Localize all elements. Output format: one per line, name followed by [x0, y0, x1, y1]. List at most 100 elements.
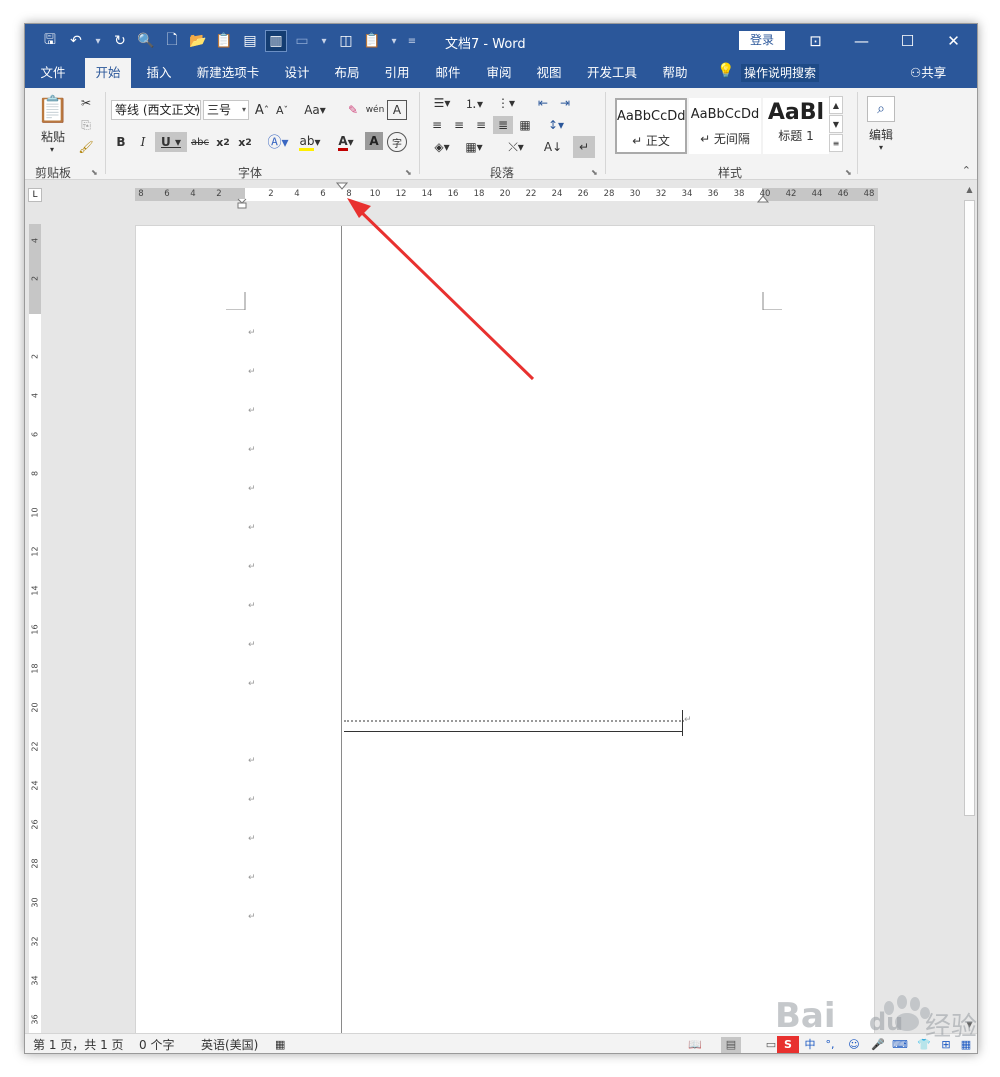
- paragraph-launcher-icon[interactable]: ⬊: [591, 168, 598, 177]
- accessibility-icon[interactable]: ▦: [275, 1034, 285, 1053]
- format-icon[interactable]: ▤: [239, 30, 261, 52]
- increase-indent-icon[interactable]: ⇥: [555, 94, 575, 112]
- borders-icon[interactable]: ▦▾: [459, 138, 489, 156]
- minimize-icon[interactable]: —: [839, 24, 884, 58]
- subscript-icon[interactable]: x2: [213, 132, 233, 152]
- scrollbar-thumb[interactable]: [964, 200, 975, 816]
- tab-home[interactable]: 开始: [85, 58, 131, 88]
- maximize-icon[interactable]: ☐: [885, 24, 930, 58]
- chinese-layout-icon[interactable]: ⤬▾: [501, 138, 531, 156]
- bold-icon[interactable]: B: [111, 132, 131, 152]
- underline-icon[interactable]: U ▾: [155, 132, 187, 152]
- styles-scroll-down-icon[interactable]: ▼: [829, 115, 843, 133]
- open-folder-icon[interactable]: 📂: [187, 30, 209, 52]
- character-shading-icon[interactable]: A: [365, 132, 383, 150]
- ribbon-display-icon[interactable]: ⊡: [793, 24, 838, 58]
- tab-mailings[interactable]: 邮件: [426, 58, 470, 88]
- tab-file[interactable]: 文件: [31, 58, 75, 88]
- collapse-ribbon-icon[interactable]: ⌃: [962, 164, 971, 177]
- paste-label[interactable]: 粘贴: [31, 128, 75, 144]
- strikethrough-icon[interactable]: abc: [189, 132, 211, 152]
- copy-icon[interactable]: ⎘: [77, 116, 95, 134]
- tell-me-search[interactable]: 操作说明搜索: [741, 64, 820, 82]
- columns-icon[interactable]: ◫: [335, 30, 357, 52]
- decrease-indent-icon[interactable]: ⇤: [533, 94, 553, 112]
- tab-help[interactable]: 帮助: [653, 58, 697, 88]
- clear-formatting-icon[interactable]: ✎: [343, 100, 363, 120]
- clipboard-launcher-icon[interactable]: ⬊: [91, 168, 98, 177]
- styles-launcher-icon[interactable]: ⬊: [845, 168, 852, 177]
- justify-icon[interactable]: ≣: [493, 116, 513, 134]
- italic-icon[interactable]: I: [133, 132, 153, 152]
- character-border-icon[interactable]: A: [387, 100, 407, 120]
- new-document-icon[interactable]: 🗋: [161, 30, 183, 52]
- format-painter-icon[interactable]: 🖌: [77, 138, 95, 156]
- superscript-icon[interactable]: x2: [235, 132, 255, 152]
- font-color-icon[interactable]: A ▾: [331, 132, 361, 152]
- paste-icon[interactable]: 📋: [37, 94, 69, 126]
- word-count[interactable]: 0 个字: [139, 1034, 174, 1053]
- align-left-icon[interactable]: ≡: [427, 116, 447, 134]
- undo-icon[interactable]: ↶: [65, 30, 87, 52]
- style-heading-1[interactable]: AaBl 标题 1: [763, 98, 829, 154]
- styles-scroll-up-icon[interactable]: ▲: [829, 96, 843, 114]
- picture-icon[interactable]: ▭: [291, 30, 313, 52]
- tab-developer[interactable]: 开发工具: [581, 58, 643, 88]
- sort-icon[interactable]: A↓: [543, 138, 563, 156]
- redo-icon[interactable]: ↻: [109, 30, 131, 52]
- style-normal[interactable]: AaBbCcDd ↵ 正文: [615, 98, 687, 154]
- show-marks-icon[interactable]: ↵: [573, 136, 595, 158]
- align-right-icon[interactable]: ≡: [471, 116, 491, 134]
- scroll-up-icon[interactable]: ▲: [961, 182, 977, 198]
- tab-insert[interactable]: 插入: [137, 58, 181, 88]
- right-indent-marker-icon[interactable]: [757, 195, 769, 203]
- paste-dropdown-icon[interactable]: ▾: [387, 30, 401, 52]
- tab-layout[interactable]: 布局: [325, 58, 369, 88]
- read-mode-icon[interactable]: ▥: [265, 30, 287, 52]
- language-status[interactable]: 英语(美国): [201, 1034, 258, 1053]
- shading-icon[interactable]: ◈▾: [427, 138, 457, 156]
- save-icon[interactable]: 🖫: [39, 30, 61, 52]
- tab-design[interactable]: 设计: [275, 58, 319, 88]
- undo-dropdown-icon[interactable]: ▾: [91, 30, 105, 52]
- font-name-combo[interactable]: 等线 (西文正文) ▾: [111, 100, 201, 120]
- shrink-font-icon[interactable]: Aˇ: [273, 100, 291, 120]
- numbering-icon[interactable]: ⒈▾: [459, 94, 489, 112]
- close-icon[interactable]: ✕: [931, 24, 976, 58]
- cut-icon[interactable]: ✂: [77, 94, 95, 112]
- paste-dropdown-icon[interactable]: ▾: [43, 144, 61, 154]
- customize-qat-icon[interactable]: ≡: [405, 30, 419, 52]
- hanging-indent-marker-icon[interactable]: [235, 198, 249, 210]
- page-count[interactable]: 第 1 页，共 1 页: [33, 1034, 124, 1053]
- highlight-icon[interactable]: ab ▾: [295, 132, 325, 152]
- align-center-icon[interactable]: ≡: [449, 116, 469, 134]
- distributed-icon[interactable]: ▦: [515, 116, 535, 134]
- print-layout-icon[interactable]: ▤: [721, 1037, 741, 1053]
- style-no-spacing[interactable]: AaBbCcDd ↵ 无间隔: [689, 98, 761, 154]
- print-preview-icon[interactable]: 🔍: [135, 30, 157, 52]
- paste-special-icon[interactable]: 📋: [361, 30, 383, 52]
- styles-more-icon[interactable]: ≡: [829, 134, 843, 152]
- vertical-scrollbar[interactable]: ▲ ▼: [961, 182, 977, 1033]
- editing-label[interactable]: 编辑: [863, 126, 899, 142]
- change-case-button[interactable]: Aa ▾: [299, 100, 331, 120]
- read-mode-icon[interactable]: 📖: [685, 1037, 705, 1053]
- tab-selector[interactable]: L: [28, 188, 42, 202]
- login-button[interactable]: 登录: [739, 31, 785, 50]
- font-size-combo[interactable]: 三号 ▾: [203, 100, 249, 120]
- vertical-ruler[interactable]: 4 2 2 4 6 8 10 12 14 16 18 20 22 24 26 2…: [29, 224, 41, 1044]
- editing-dropdown-icon[interactable]: ▾: [875, 142, 887, 152]
- share-button[interactable]: ⚇共享: [910, 58, 946, 88]
- grow-font-icon[interactable]: Aˆ: [253, 100, 271, 120]
- multilevel-list-icon[interactable]: ⋮▾: [491, 94, 521, 112]
- phonetic-guide-icon[interactable]: wén: [365, 100, 385, 120]
- text-effects-icon[interactable]: Ⓐ▾: [263, 132, 293, 152]
- tab-references[interactable]: 引用: [375, 58, 419, 88]
- paste-icon[interactable]: 📋: [213, 30, 235, 52]
- bullets-icon[interactable]: ☰▾: [427, 94, 457, 112]
- tab-view[interactable]: 视图: [527, 58, 571, 88]
- tab-review[interactable]: 审阅: [477, 58, 521, 88]
- line-spacing-icon[interactable]: ↕▾: [541, 116, 571, 134]
- tab-new-tab[interactable]: 新建选项卡: [191, 58, 265, 88]
- enclose-characters-icon[interactable]: 字: [387, 132, 407, 152]
